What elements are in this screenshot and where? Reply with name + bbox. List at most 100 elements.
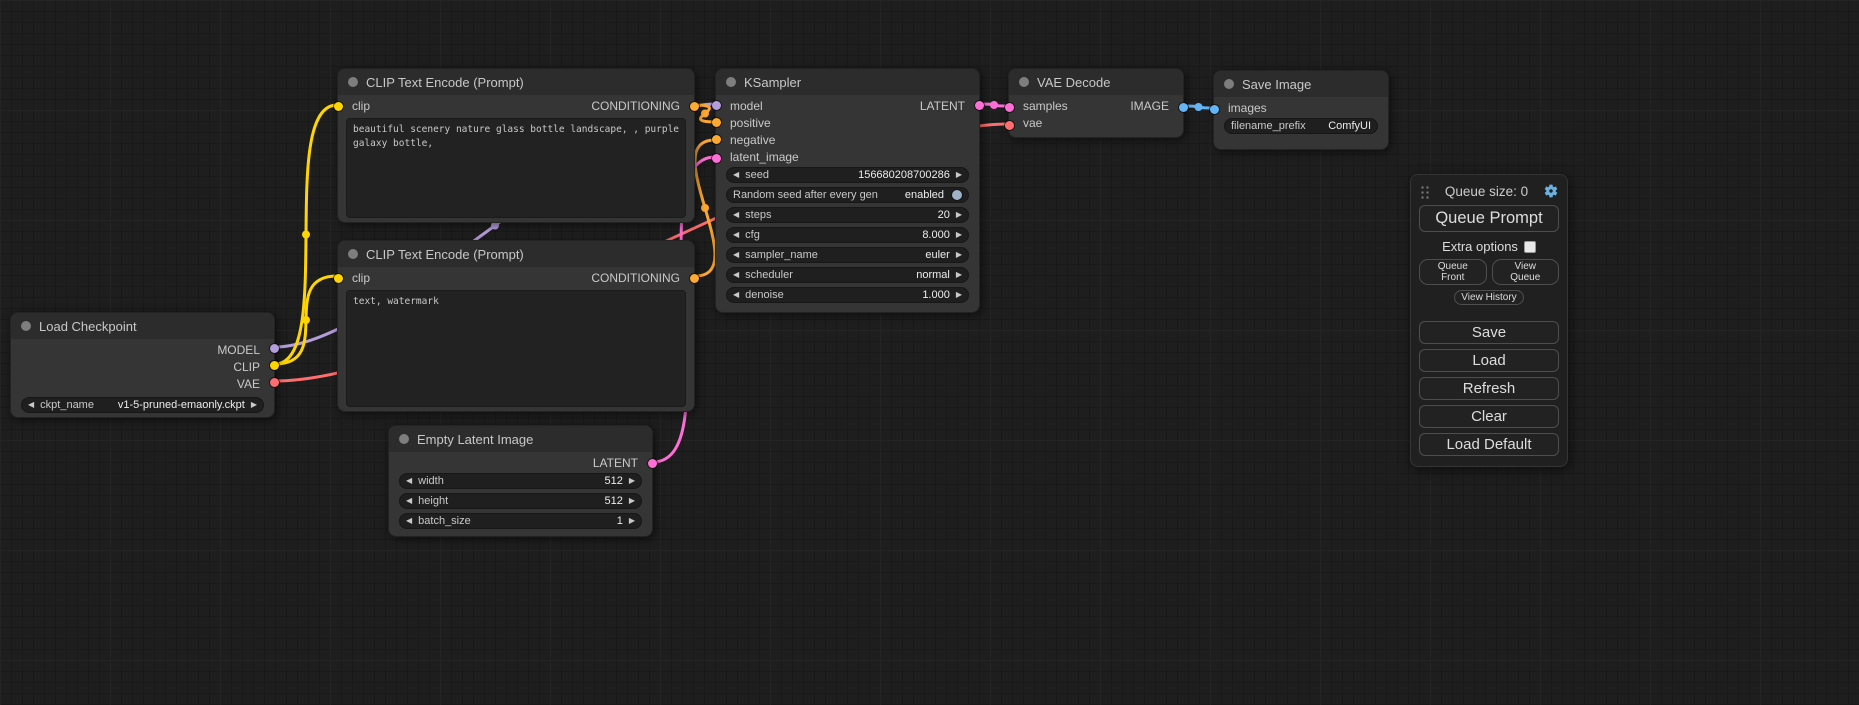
- input-slot-samples[interactable]: [1005, 103, 1014, 112]
- collapse-dot[interactable]: [399, 434, 409, 444]
- decrement-arrow-icon[interactable]: ◀: [406, 493, 412, 509]
- increment-arrow-icon[interactable]: ▶: [629, 513, 635, 529]
- extra-options-checkbox[interactable]: [1524, 241, 1536, 253]
- clear-button[interactable]: Clear: [1419, 405, 1559, 428]
- node-title-bar[interactable]: Save Image: [1214, 71, 1388, 97]
- node-title-bar[interactable]: CLIP Text Encode (Prompt): [338, 241, 694, 267]
- input-label-samples: samples: [1023, 99, 1068, 113]
- widget-filename-prefix[interactable]: filename_prefix ComfyUI: [1224, 118, 1378, 134]
- increment-arrow-icon[interactable]: ▶: [956, 267, 962, 283]
- input-slot-clip[interactable]: [334, 102, 343, 111]
- queue-prompt-button[interactable]: Queue Prompt: [1419, 205, 1559, 232]
- link-midpoint-dot: [701, 110, 709, 118]
- widget-ckpt-name[interactable]: ◀ ckpt_name v1-5-pruned-emaonly.ckpt ▶: [21, 397, 264, 413]
- widget-value: 512: [604, 495, 622, 507]
- widget-seed[interactable]: ◀ seed 156680208700286 ▶: [726, 167, 969, 183]
- widget-cfg[interactable]: ◀ cfg 8.000 ▶: [726, 227, 969, 243]
- increment-arrow-icon[interactable]: ▶: [251, 397, 257, 413]
- collapse-dot[interactable]: [21, 321, 31, 331]
- queue-menu-panel[interactable]: Queue size: 0 Queue Prompt Extra options…: [1410, 174, 1568, 467]
- increment-arrow-icon[interactable]: ▶: [629, 493, 635, 509]
- prompt-textarea[interactable]: beautiful scenery nature glass bottle la…: [346, 118, 686, 218]
- input-slot-latent-image[interactable]: [712, 154, 721, 163]
- refresh-button[interactable]: Refresh: [1419, 377, 1559, 400]
- input-slot-images[interactable]: [1210, 105, 1219, 114]
- widget-name: scheduler: [745, 269, 793, 281]
- input-slot-vae[interactable]: [1005, 121, 1014, 130]
- decrement-arrow-icon[interactable]: ◀: [406, 513, 412, 529]
- decrement-arrow-icon[interactable]: ◀: [733, 267, 739, 283]
- widget-scheduler[interactable]: ◀ scheduler normal ▶: [726, 267, 969, 283]
- decrement-arrow-icon[interactable]: ◀: [733, 287, 739, 303]
- output-slot-conditioning[interactable]: [690, 102, 699, 111]
- settings-gear-icon[interactable]: [1543, 183, 1559, 199]
- slot-row: MODEL: [11, 341, 274, 358]
- input-slot-clip[interactable]: [334, 274, 343, 283]
- decrement-arrow-icon[interactable]: ◀: [733, 207, 739, 223]
- link-samples-wire: [980, 104, 1008, 106]
- increment-arrow-icon[interactable]: ▶: [956, 167, 962, 183]
- input-slot-positive[interactable]: [712, 118, 721, 127]
- link-clip-negative-wire: [275, 276, 337, 364]
- increment-arrow-icon[interactable]: ▶: [956, 287, 962, 303]
- decrement-arrow-icon[interactable]: ◀: [733, 227, 739, 243]
- decrement-arrow-icon[interactable]: ◀: [28, 397, 34, 413]
- node-title-bar[interactable]: Empty Latent Image: [389, 426, 652, 452]
- widget-random-seed-toggle[interactable]: Random seed after every gen enabled: [726, 187, 969, 203]
- widget-height[interactable]: ◀ height 512 ▶: [399, 493, 642, 509]
- output-slot-vae[interactable]: [270, 378, 279, 387]
- output-slot-latent[interactable]: [648, 459, 657, 468]
- node-title-bar[interactable]: Load Checkpoint: [11, 313, 274, 339]
- save-button[interactable]: Save: [1419, 321, 1559, 344]
- collapse-dot[interactable]: [1019, 77, 1029, 87]
- view-history-row: View History: [1419, 290, 1559, 305]
- node-ksampler[interactable]: KSampler model LATENT positive negative …: [715, 68, 980, 313]
- output-slot-clip[interactable]: [270, 361, 279, 370]
- extra-options-row: Extra options: [1419, 239, 1559, 254]
- output-slot-model[interactable]: [270, 344, 279, 353]
- collapse-dot[interactable]: [1224, 79, 1234, 89]
- node-vae-decode[interactable]: VAE Decode samples IMAGE vae: [1008, 68, 1184, 138]
- link-midpoint-dot: [302, 231, 310, 239]
- output-label-model: MODEL: [217, 343, 260, 357]
- collapse-dot[interactable]: [348, 249, 358, 259]
- output-slot-conditioning[interactable]: [690, 274, 699, 283]
- input-slot-model[interactable]: [712, 101, 721, 110]
- increment-arrow-icon[interactable]: ▶: [956, 247, 962, 263]
- widget-sampler-name[interactable]: ◀ sampler_name euler ▶: [726, 247, 969, 263]
- node-clip-text-encode-negative[interactable]: CLIP Text Encode (Prompt) clip CONDITION…: [337, 240, 695, 412]
- collapse-dot[interactable]: [726, 77, 736, 87]
- increment-arrow-icon[interactable]: ▶: [956, 207, 962, 223]
- input-slot-negative[interactable]: [712, 135, 721, 144]
- decrement-arrow-icon[interactable]: ◀: [733, 167, 739, 183]
- load-button[interactable]: Load: [1419, 349, 1559, 372]
- node-clip-text-encode-positive[interactable]: CLIP Text Encode (Prompt) clip CONDITION…: [337, 68, 695, 223]
- increment-arrow-icon[interactable]: ▶: [629, 473, 635, 489]
- decrement-arrow-icon[interactable]: ◀: [733, 247, 739, 263]
- increment-arrow-icon[interactable]: ▶: [956, 227, 962, 243]
- collapse-dot[interactable]: [348, 77, 358, 87]
- widget-name: denoise: [745, 289, 784, 301]
- widget-name: seed: [745, 169, 769, 181]
- input-label-model: model: [730, 99, 763, 113]
- drag-handle[interactable]: [1419, 184, 1430, 199]
- queue-front-button[interactable]: Queue Front: [1419, 259, 1487, 285]
- node-empty-latent-image[interactable]: Empty Latent Image LATENT ◀ width 512 ▶ …: [388, 425, 653, 537]
- decrement-arrow-icon[interactable]: ◀: [406, 473, 412, 489]
- output-slot-image[interactable]: [1179, 103, 1188, 112]
- widget-batch-size[interactable]: ◀ batch_size 1 ▶: [399, 513, 642, 529]
- node-save-image[interactable]: Save Image images filename_prefix ComfyU…: [1213, 70, 1389, 150]
- node-title-bar[interactable]: CLIP Text Encode (Prompt): [338, 69, 694, 95]
- view-history-button[interactable]: View History: [1454, 290, 1523, 305]
- node-title-bar[interactable]: VAE Decode: [1009, 69, 1183, 95]
- widget-denoise[interactable]: ◀ denoise 1.000 ▶: [726, 287, 969, 303]
- view-queue-button[interactable]: View Queue: [1492, 259, 1560, 285]
- node-load-checkpoint[interactable]: Load Checkpoint MODEL CLIP VAE ◀ ckpt_na…: [10, 312, 275, 418]
- widget-steps[interactable]: ◀ steps 20 ▶: [726, 207, 969, 223]
- output-slot-latent[interactable]: [975, 101, 984, 110]
- prompt-textarea[interactable]: text, watermark: [346, 290, 686, 407]
- toggle-knob[interactable]: [952, 190, 962, 200]
- load-default-button[interactable]: Load Default: [1419, 433, 1559, 456]
- node-title-bar[interactable]: KSampler: [716, 69, 979, 95]
- widget-width[interactable]: ◀ width 512 ▶: [399, 473, 642, 489]
